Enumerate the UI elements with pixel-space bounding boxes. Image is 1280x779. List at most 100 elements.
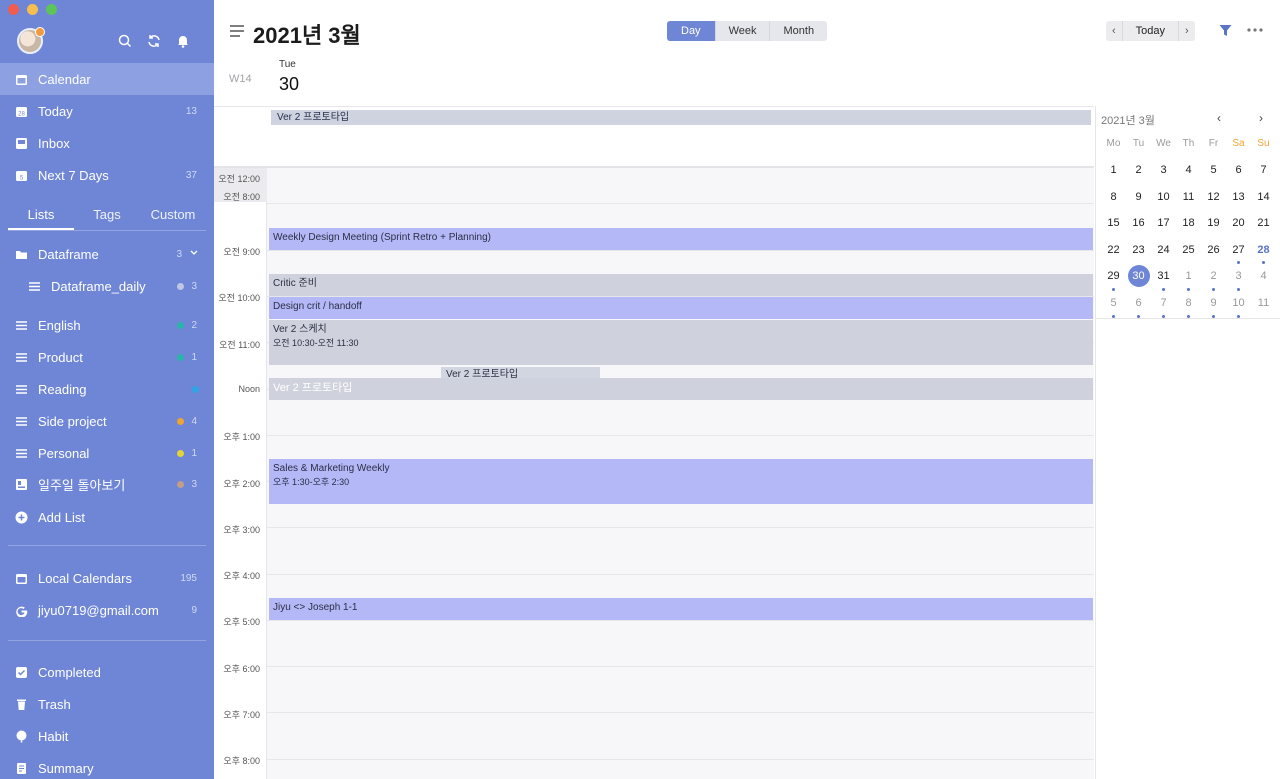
mini-calendar-day[interactable]: 16: [1126, 212, 1151, 239]
mini-calendar-day[interactable]: 13: [1226, 186, 1251, 213]
mini-calendar-day[interactable]: 11: [1251, 292, 1276, 319]
mini-calendar-day[interactable]: 3: [1151, 159, 1176, 186]
sidebar-item-google-account[interactable]: jiyu0719@gmail.com 9: [0, 594, 214, 626]
mini-calendar-prev-button[interactable]: ‹: [1217, 111, 1221, 125]
sync-icon[interactable]: [147, 34, 161, 48]
dragged-event-preview[interactable]: Ver 2 프로토타입: [441, 367, 600, 383]
mini-calendar-day[interactable]: 10: [1226, 292, 1251, 319]
day-label: 29: [1107, 270, 1120, 283]
mini-calendar-day[interactable]: 11: [1176, 186, 1201, 213]
view-day-button[interactable]: Day: [667, 21, 716, 41]
sidebar-item-dataframe[interactable]: Dataframe 3: [0, 238, 214, 270]
zoom-window-button[interactable]: [46, 4, 57, 15]
mini-calendar-day[interactable]: 7: [1251, 159, 1276, 186]
mini-calendar-day[interactable]: 23: [1126, 239, 1151, 266]
mini-calendar-day[interactable]: 20: [1226, 212, 1251, 239]
avatar[interactable]: [17, 27, 45, 54]
mini-calendar-day[interactable]: 25: [1176, 239, 1201, 266]
view-week-button[interactable]: Week: [716, 21, 771, 41]
mini-calendar-day[interactable]: 5: [1201, 159, 1226, 186]
event-ver2-sketch[interactable]: Ver 2 스케치 오전 10:30-오전 11:30: [269, 320, 1093, 365]
today-button[interactable]: Today: [1121, 21, 1180, 41]
mini-calendar-day[interactable]: 15: [1101, 212, 1126, 239]
more-icon[interactable]: [1247, 28, 1263, 32]
mini-calendar-day[interactable]: 29: [1101, 265, 1126, 292]
mini-calendar-day[interactable]: 1: [1176, 265, 1201, 292]
mini-calendar-day[interactable]: 18: [1176, 212, 1201, 239]
sidebar-item-product[interactable]: Product 1: [0, 341, 214, 373]
mini-calendar-day-selected[interactable]: 30: [1126, 265, 1151, 292]
hour-line: [267, 574, 1094, 575]
tab-custom[interactable]: Custom: [140, 200, 206, 230]
event-critic-prep[interactable]: Critic 준비: [269, 274, 1093, 296]
time-label: 오전 9:00: [223, 247, 260, 257]
event-weekly-design-meeting[interactable]: Weekly Design Meeting (Sprint Retro + Pl…: [269, 228, 1093, 250]
mini-calendar-day[interactable]: 14: [1251, 186, 1276, 213]
mini-calendar-day[interactable]: 7: [1151, 292, 1176, 319]
mini-calendar-day[interactable]: 6: [1226, 159, 1251, 186]
mini-calendar-next-button[interactable]: ›: [1259, 111, 1263, 125]
mini-calendar-day[interactable]: 3: [1226, 265, 1251, 292]
sidebar-item-next-7-days[interactable]: 5 Next 7 Days 37: [0, 159, 214, 191]
mini-calendar-day[interactable]: 19: [1201, 212, 1226, 239]
mini-calendar-day[interactable]: 2: [1201, 265, 1226, 292]
close-window-button[interactable]: [8, 4, 19, 15]
sidebar-item-dataframe-daily[interactable]: Dataframe_daily 3: [0, 270, 214, 302]
mini-calendar-day[interactable]: 21: [1251, 212, 1276, 239]
sidebar-item-habit[interactable]: Habit: [0, 720, 214, 752]
sidebar-item-inbox[interactable]: Inbox: [0, 127, 214, 159]
mini-calendar-day[interactable]: 27: [1226, 239, 1251, 266]
sidebar-item-local-calendars[interactable]: Local Calendars 195: [0, 562, 214, 594]
previous-day-button[interactable]: ‹: [1106, 21, 1122, 41]
sidebar-item-english[interactable]: English 2: [0, 309, 214, 341]
sidebar-item-calendar[interactable]: Calendar: [0, 63, 214, 95]
sidebar-item-completed[interactable]: Completed: [0, 656, 214, 688]
next-day-button[interactable]: ›: [1179, 21, 1195, 41]
sidebar-item-personal[interactable]: Personal 1: [0, 437, 214, 469]
sidebar-item-summary[interactable]: Summary: [0, 752, 214, 779]
inbox-icon: [16, 137, 27, 149]
mini-calendar-day[interactable]: 10: [1151, 186, 1176, 213]
mini-calendar-day[interactable]: 6: [1126, 292, 1151, 319]
search-icon[interactable]: [118, 34, 132, 48]
event-design-crit[interactable]: Design crit / handoff: [269, 297, 1093, 319]
sidebar-item-reading[interactable]: Reading: [0, 373, 214, 405]
mini-calendar-day[interactable]: 4: [1176, 159, 1201, 186]
chevron-down-icon[interactable]: [189, 248, 199, 258]
hamburger-menu-icon[interactable]: [230, 25, 244, 37]
count-badge: 1: [191, 447, 197, 459]
mini-calendar-day[interactable]: 24: [1151, 239, 1176, 266]
mini-calendar-day[interactable]: 8: [1176, 292, 1201, 319]
mini-calendar-day[interactable]: 31: [1151, 265, 1176, 292]
mini-calendar-day[interactable]: 22: [1101, 239, 1126, 266]
event-sales-marketing-weekly[interactable]: Sales & Marketing Weekly 오후 1:30-오후 2:30: [269, 459, 1093, 504]
filter-icon[interactable]: [1219, 24, 1232, 37]
mini-calendar-day[interactable]: 2: [1126, 159, 1151, 186]
mini-calendar-day[interactable]: 12: [1201, 186, 1226, 213]
sidebar-item-trash[interactable]: Trash: [0, 688, 214, 720]
mini-calendar-day[interactable]: 17: [1151, 212, 1176, 239]
sidebar-item-weekly-review[interactable]: 일주일 돌아보기 3: [0, 468, 214, 500]
sidebar-item-today[interactable]: 28 Today 13: [0, 95, 214, 127]
event-ver2-prototype[interactable]: Ver 2 프로토타입: [269, 378, 1093, 400]
mini-calendar-day[interactable]: 1: [1101, 159, 1126, 186]
mini-calendar-day[interactable]: 26: [1201, 239, 1226, 266]
day-label: 30: [1127, 265, 1150, 288]
minimize-window-button[interactable]: [27, 4, 38, 15]
divider: [1095, 318, 1280, 319]
tab-lists[interactable]: Lists: [8, 200, 74, 230]
mini-calendar-day[interactable]: 5: [1101, 292, 1126, 319]
mini-calendar-day[interactable]: 9: [1201, 292, 1226, 319]
mini-calendar-day[interactable]: 9: [1126, 186, 1151, 213]
summary-icon: [17, 762, 26, 774]
bell-icon[interactable]: [176, 34, 190, 48]
view-month-button[interactable]: Month: [770, 21, 827, 41]
mini-calendar-day[interactable]: 4: [1251, 265, 1276, 292]
add-list-button[interactable]: Add List: [0, 501, 214, 533]
mini-calendar-day[interactable]: 8: [1101, 186, 1126, 213]
sidebar-item-side-project[interactable]: Side project 4: [0, 405, 214, 437]
event-one-on-one[interactable]: Jiyu <> Joseph 1-1: [269, 598, 1093, 620]
all-day-event[interactable]: Ver 2 프로토타입: [271, 110, 1091, 125]
tab-tags[interactable]: Tags: [74, 200, 140, 230]
mini-calendar-day[interactable]: 28: [1251, 239, 1276, 266]
